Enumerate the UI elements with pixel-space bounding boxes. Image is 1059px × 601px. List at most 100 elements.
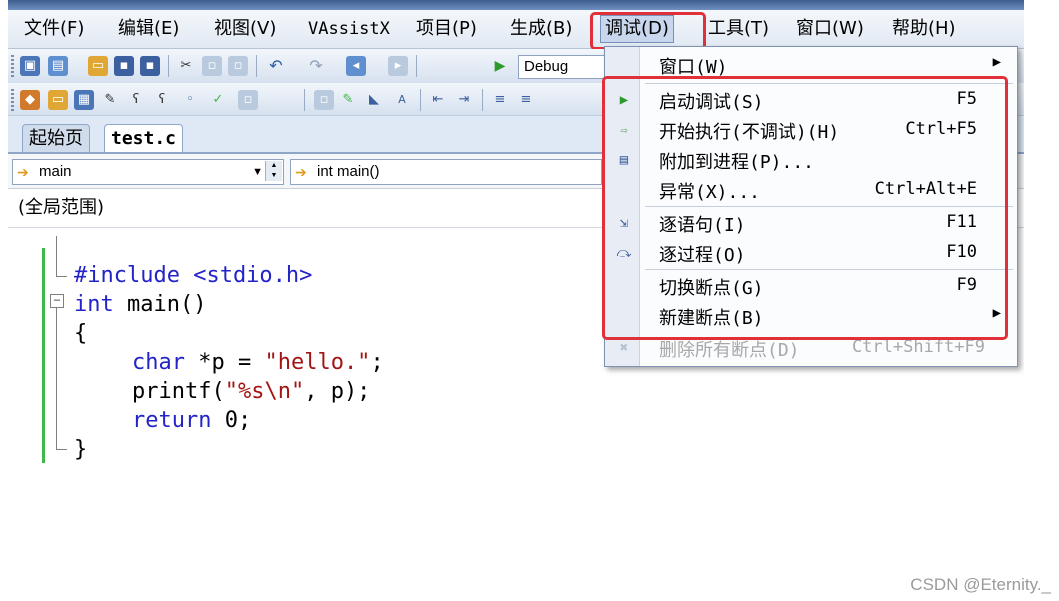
open-file-icon[interactable]: ▭ (88, 56, 108, 76)
toolbar-separator (168, 55, 169, 77)
toolbar-grip[interactable] (11, 89, 14, 111)
start-without-debug-icon: ⇨ (620, 123, 628, 137)
submenu-arrow-icon: ▶ (992, 305, 1001, 321)
toolbar-separator (256, 55, 257, 77)
debug-dropdown-menu: 窗口(W) ▶ ▶ 启动调试(S) F5 ⇨ 开始执行(不调试)(H) Ctrl… (604, 46, 1018, 367)
menu-item-shortcut: F10 (946, 242, 977, 262)
spell-check-icon[interactable]: ✓ (208, 90, 228, 110)
menu-tools[interactable]: 工具(T) (708, 16, 769, 42)
printf-args: , p); (304, 379, 371, 404)
outline-line (56, 236, 67, 277)
menu-item-exceptions[interactable]: 异常(X)... Ctrl+Alt+E (605, 175, 1017, 205)
navigate-forward-icon[interactable]: ▸ (388, 56, 408, 76)
bookmark-icon[interactable]: ◣ (364, 90, 384, 110)
menu-vassistx[interactable]: VAssistX (308, 16, 390, 42)
keyword-int: int (74, 292, 114, 317)
menu-edit[interactable]: 编辑(E) (118, 16, 179, 42)
comment-icon[interactable]: ≡ (490, 90, 510, 110)
member-combo-value: int main() (317, 163, 380, 180)
toolbar-separator (416, 55, 417, 77)
menu-item-label: 逐语句(I) (659, 215, 746, 236)
list-members-icon[interactable]: ▫ (238, 90, 258, 110)
save-icon[interactable]: ▪ (114, 56, 134, 76)
font-size-icon[interactable]: A (392, 90, 412, 110)
start-icon[interactable]: ▶ (490, 56, 510, 76)
menu-window[interactable]: 窗口(W) (796, 16, 864, 42)
new-project-icon[interactable]: ▣ (20, 56, 40, 76)
decrease-indent-icon[interactable]: ⇤ (428, 90, 448, 110)
menu-item-new-breakpoint[interactable]: 新建断点(B) ▶ (605, 301, 1017, 331)
change-indicator-bar (42, 248, 45, 463)
title-strip (8, 0, 1024, 10)
attach-process-icon: ▤ (619, 152, 629, 168)
tab-test-c[interactable]: test.c (104, 124, 184, 152)
code-line-char: char *p = "hello."; (132, 348, 384, 377)
add-item-icon[interactable]: ▤ (48, 56, 68, 76)
keyword-char: char (132, 350, 185, 375)
copy-icon[interactable]: ▫ (202, 56, 222, 76)
outline-line (56, 308, 67, 450)
cut-icon[interactable]: ✂ (176, 56, 196, 76)
semicolon: ; (370, 350, 384, 375)
quick-info-icon[interactable]: ◦ (180, 90, 200, 110)
return-value: 0; (211, 408, 252, 433)
menu-file[interactable]: 文件(F) (24, 16, 84, 42)
increase-indent-icon[interactable]: ⇥ (454, 90, 474, 110)
menu-item-windows[interactable]: 窗口(W) ▶ (605, 50, 1017, 80)
menu-item-toggle-breakpoint[interactable]: 切换断点(G) F9 (605, 271, 1017, 301)
menu-debug[interactable]: 调试(D) (600, 15, 674, 43)
menu-help[interactable]: 帮助(H) (892, 16, 956, 42)
solution-config-select[interactable]: Debug (518, 55, 615, 79)
menu-item-label: 逐过程(O) (659, 245, 746, 266)
undo-icon[interactable]: ↶ (266, 56, 286, 76)
delete-breakpoints-icon: ✖ (619, 340, 629, 356)
include-directive: #include <stdio.h> (74, 263, 313, 288)
step-into-icon: ⇲ (619, 215, 629, 231)
menu-item-step-over[interactable]: ⤼ 逐过程(O) F10 (605, 238, 1017, 268)
string-literal: "hello." (264, 350, 371, 375)
scope-combo[interactable]: ➔ main ▼ ▲ ▼ (12, 159, 284, 185)
param-info-icon[interactable]: ▫ (314, 90, 334, 110)
menu-item-step-into[interactable]: ⇲ 逐语句(I) F11 (605, 208, 1017, 238)
menu-item-shortcut: Ctrl+Shift+F9 (851, 337, 985, 357)
toolbar-grip[interactable] (11, 55, 14, 77)
save-all-icon[interactable]: ▪ (140, 56, 160, 76)
step-over-icon: ⤼ (616, 245, 632, 261)
spin-icon[interactable]: ▲ ▼ (265, 161, 282, 181)
menu-view[interactable]: 视图(V) (214, 16, 276, 42)
menu-item-label: 切换断点(G) (659, 278, 764, 299)
paste-icon[interactable]: ▫ (228, 56, 248, 76)
menu-item-attach-to-process[interactable]: ▤ 附加到进程(P)... (605, 145, 1017, 175)
toggle-icon[interactable]: ʕ (152, 90, 172, 110)
member-combo[interactable]: ➔ int main() (290, 159, 602, 185)
menu-project[interactable]: 项目(P) (416, 16, 477, 42)
menu-item-label: 窗口(W) (659, 57, 728, 78)
folder-icon[interactable]: ▭ (48, 90, 68, 110)
main-signature: main() (113, 292, 207, 317)
menu-item-start-without-debugging[interactable]: ⇨ 开始执行(不调试)(H) Ctrl+F5 (605, 115, 1017, 145)
menu-item-label: 删除所有断点(D) (659, 340, 800, 361)
menu-item-label: 新建断点(B) (659, 308, 764, 329)
tab-start-page[interactable]: 起始页 (22, 124, 90, 152)
submenu-arrow-icon: ▶ (992, 54, 1001, 70)
menu-item-shortcut: F9 (956, 275, 977, 295)
char-decl: *p = (184, 350, 265, 375)
menu-item-label: 开始执行(不调试)(H) (659, 122, 840, 143)
collapse-icon[interactable]: − (50, 294, 64, 308)
complete-word-icon[interactable]: ✎ (338, 90, 358, 110)
find-icon[interactable]: ✎ (100, 90, 120, 110)
menu-bar: 文件(F) 编辑(E) 视图(V) VAssistX 项目(P) 生成(B) 调… (8, 10, 1024, 49)
uncomment-icon[interactable]: ≡ (516, 90, 536, 110)
code-line-main: int main() (74, 290, 206, 319)
menu-build[interactable]: 生成(B) (510, 16, 572, 42)
code-line-printf: printf("%s\n", p); (132, 377, 370, 406)
menu-item-start-debugging[interactable]: ▶ 启动调试(S) F5 (605, 85, 1017, 115)
navigate-back-icon[interactable]: ◂ (346, 56, 366, 76)
menu-item-label: 启动调试(S) (659, 92, 764, 113)
format-icon[interactable]: ʕ (126, 90, 146, 110)
menu-item-delete-all-breakpoints: ✖ 删除所有断点(D) Ctrl+Shift+F9 (605, 333, 1017, 363)
build-icon[interactable]: ◆ (20, 90, 40, 110)
class-view-icon[interactable]: ▦ (74, 90, 94, 110)
menu-item-shortcut: Ctrl+Alt+E (874, 179, 977, 199)
redo-icon[interactable]: ↷ (306, 56, 326, 76)
